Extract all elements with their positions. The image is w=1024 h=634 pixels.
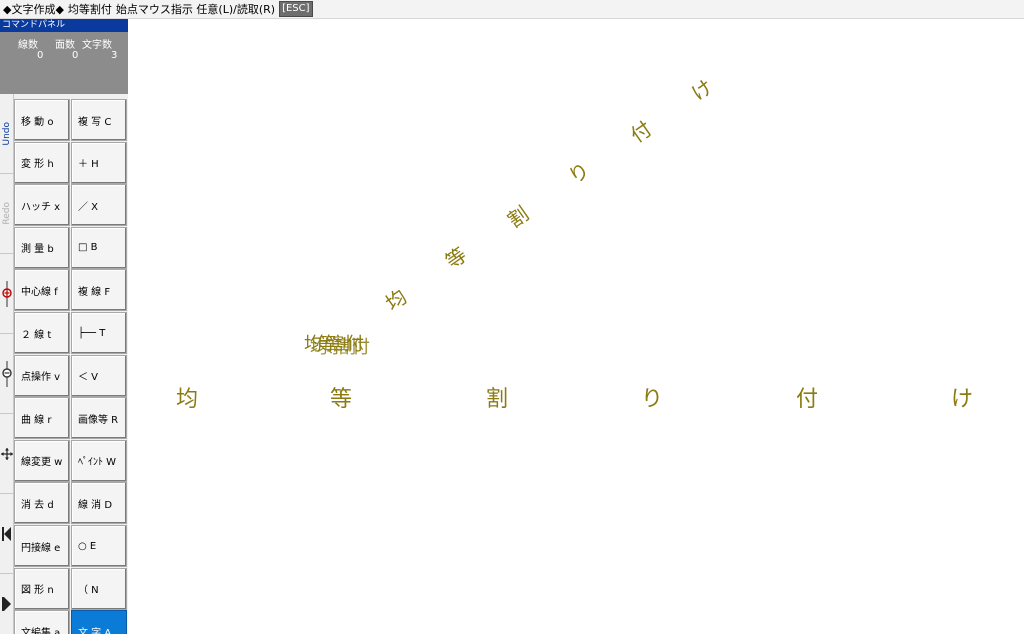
text-edit-button[interactable]: 文編集 a (14, 610, 70, 634)
diagonal-char: け (686, 74, 718, 106)
hint-label: 始点マウス指示 任意(L)/読取(R) (115, 3, 276, 16)
erase-button[interactable]: 消 去 d (14, 482, 70, 525)
zoom-out-button[interactable] (0, 334, 14, 414)
move-arrows-icon (1, 447, 13, 460)
next-button[interactable] (0, 574, 14, 634)
circle-button[interactable]: ○ E (71, 525, 127, 567)
zoom-in-button[interactable] (0, 254, 14, 334)
face-count-value: 0 (72, 50, 79, 61)
diagonal-char: 付 (625, 116, 657, 148)
rectangle-button[interactable]: □ B (71, 226, 127, 269)
horizontal-char: 付 (796, 387, 819, 412)
previous-button[interactable] (0, 494, 14, 574)
text-button[interactable]: 文 字 A (71, 610, 127, 634)
counts-area: 線数 面数 文字数 0 0 3 (0, 32, 128, 94)
horizontal-char: 等 (330, 387, 353, 412)
esc-button[interactable]: [ESC] (279, 1, 313, 17)
dimension-button[interactable]: ├── T (71, 312, 127, 354)
line-count-label: 線数 (18, 40, 38, 51)
diagonal-char: 等 (440, 242, 472, 274)
horizontal-char: 均 (176, 387, 199, 412)
jw-cad-window: ◆文字作成◆ 均等割付 始点マウス指示 任意(L)/読取(R) [ESC] コマ… (0, 0, 1024, 634)
line-erase-button[interactable]: 線 消 D (71, 482, 127, 525)
transform-button[interactable]: 変 形 h (14, 141, 70, 184)
zoom-in-icon (2, 280, 12, 307)
line-count-value: 0 (37, 50, 44, 61)
mode-label: ◆文字作成◆ (3, 3, 64, 16)
side-toolbar: Undo Redo (0, 94, 14, 634)
point-edit-button[interactable]: 点操作 v (14, 354, 70, 397)
angle-button[interactable]: ＜ V (71, 354, 127, 397)
image-button[interactable]: 画像等 R (71, 397, 127, 440)
slash-button[interactable]: ／ X (71, 184, 127, 227)
double-line-button[interactable]: ２ 線 t (14, 312, 70, 354)
command-panel: コマンドパネル 線数 面数 文字数 0 0 3 Undo Redo 移 動 o … (0, 19, 128, 634)
command-label: 均等割付 (67, 3, 112, 16)
char-count-value: 3 (111, 50, 118, 61)
zoom-out-icon (2, 360, 12, 387)
tangent-circle-button[interactable]: 円接線 e (14, 525, 70, 567)
triangle-right-icon (2, 597, 11, 611)
centerline-button[interactable]: 中心線 f (14, 269, 70, 312)
triangle-left-icon (2, 526, 11, 541)
measure-button[interactable]: 測 量 b (14, 226, 70, 269)
plus-button[interactable]: ＋ H (71, 141, 127, 184)
pan-button[interactable] (0, 414, 14, 494)
redo-button[interactable]: Redo (0, 174, 14, 254)
undo-button[interactable]: Undo (0, 94, 14, 174)
move-button[interactable]: 移 動 o (14, 99, 70, 141)
paint-button[interactable]: ﾍﾟｲﾝﾄ W (71, 439, 127, 482)
horizontal-char: 割 (486, 387, 509, 412)
redo-label: Redo (2, 202, 12, 225)
arc-button[interactable]: （ N (71, 567, 127, 610)
diagonal-char: り (563, 157, 595, 189)
diagonal-char: 均 (380, 284, 412, 316)
face-count-label: 面数 (55, 40, 75, 51)
undo-label: Undo (2, 121, 12, 146)
drawing-canvas[interactable]: 均等割り付け 均等割り付け 均等割付 均等割付 (128, 19, 1024, 634)
panel-title: コマンドパネル (0, 19, 128, 32)
horizontal-char: り (641, 387, 664, 412)
diagonal-char: 割 (502, 201, 534, 233)
status-bar: ◆文字作成◆ 均等割付 始点マウス指示 任意(L)/読取(R) [ESC] (0, 0, 1024, 19)
line-change-button[interactable]: 線変更 w (14, 439, 70, 482)
curve-button[interactable]: 曲 線 r (14, 397, 70, 440)
horizontal-char: け (951, 387, 974, 412)
copy-button[interactable]: 複 写 C (71, 99, 127, 141)
shape-button[interactable]: 図 形 n (14, 567, 70, 610)
char-count-label: 文字数 (82, 40, 112, 51)
overlapped-text-shadow: 均等割付 (310, 337, 370, 358)
hatch-button[interactable]: ハッチ x (14, 184, 70, 227)
offset-line-button[interactable]: 複 線 F (71, 269, 127, 312)
